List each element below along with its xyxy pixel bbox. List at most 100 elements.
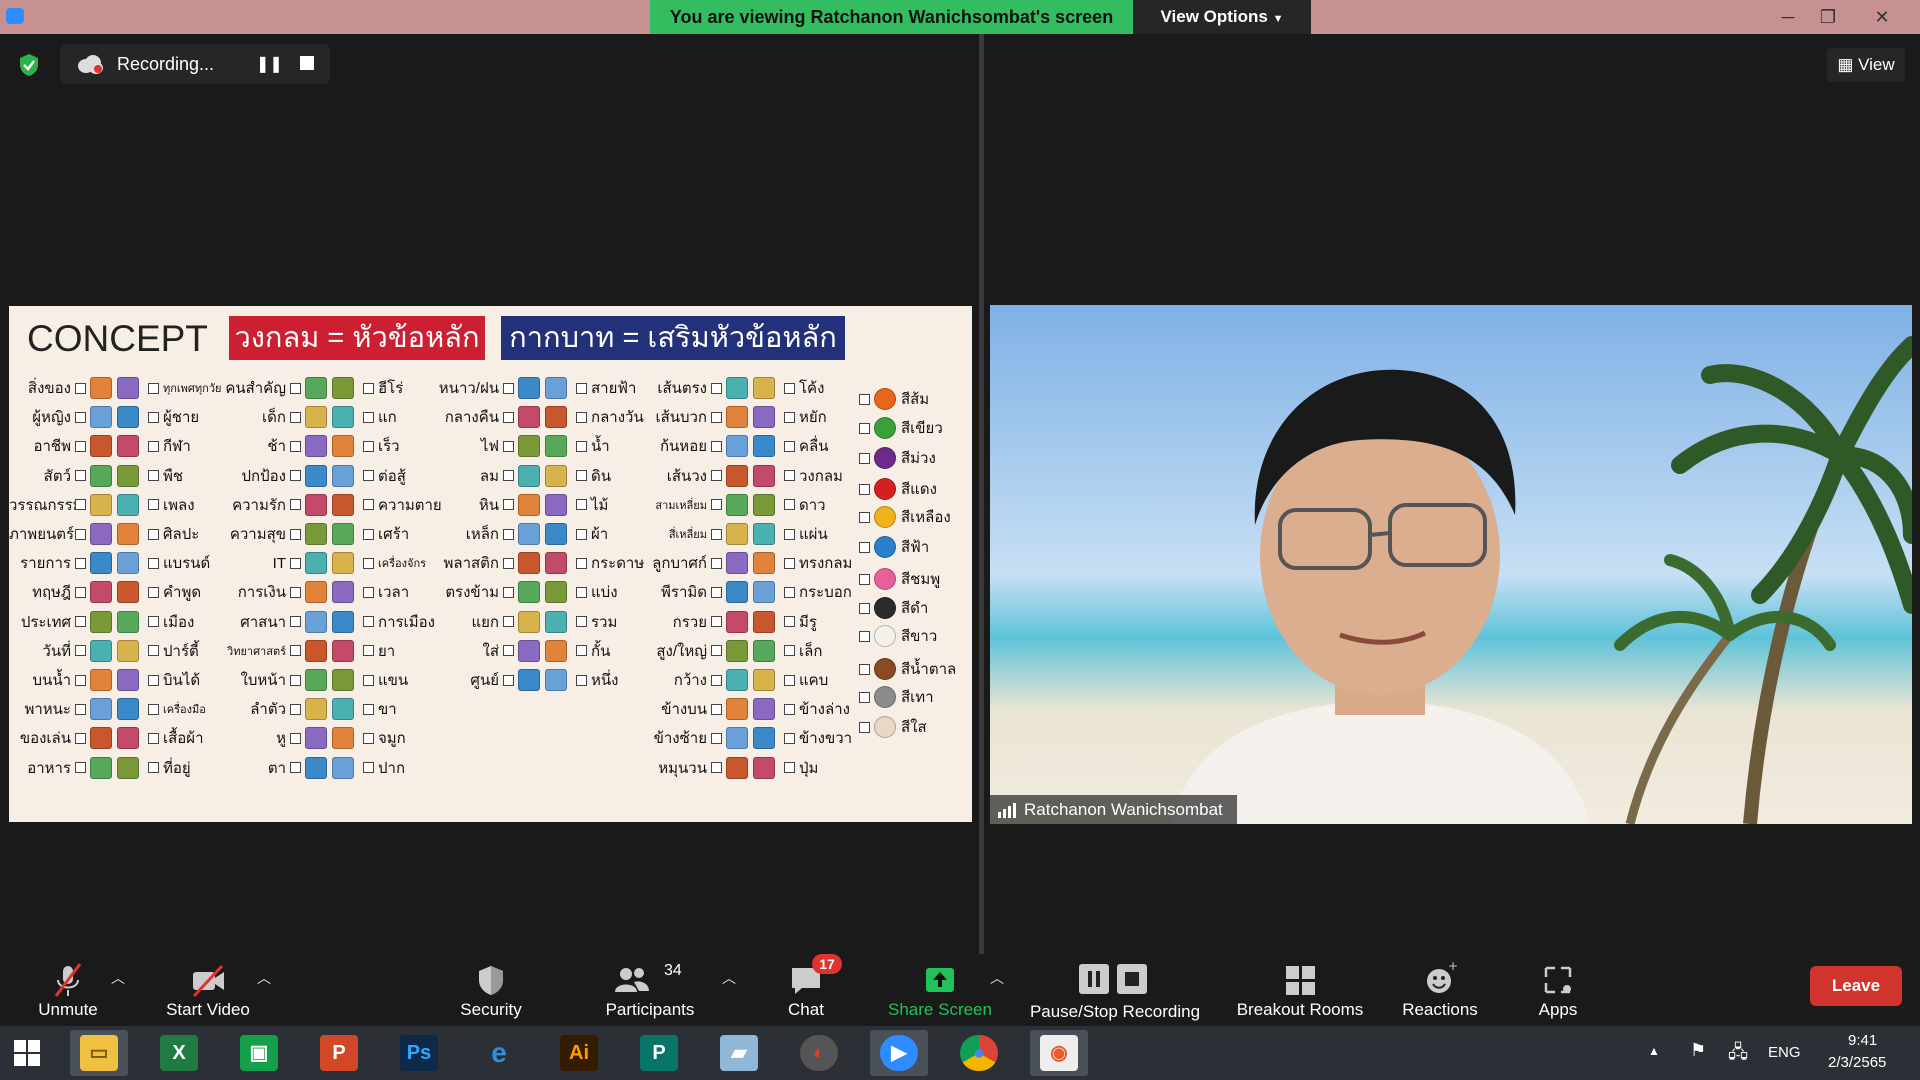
checkbox[interactable] bbox=[290, 470, 301, 482]
windows-start-icon[interactable] bbox=[14, 1040, 40, 1066]
pause-recording-button[interactable]: ❚❚ bbox=[256, 54, 283, 74]
minimize-button[interactable]: ─ bbox=[1768, 0, 1808, 34]
language-indicator[interactable]: ENG bbox=[1768, 1044, 1801, 1061]
checkbox[interactable] bbox=[290, 732, 301, 744]
checkbox[interactable] bbox=[576, 382, 587, 394]
checkbox[interactable] bbox=[859, 393, 870, 405]
apps-button[interactable]: Apps bbox=[1520, 954, 1596, 1026]
checkbox[interactable] bbox=[290, 762, 301, 774]
checkbox[interactable] bbox=[859, 511, 870, 523]
checkbox[interactable] bbox=[711, 382, 722, 394]
illustrator-icon[interactable]: Ai bbox=[550, 1030, 608, 1076]
checkbox[interactable] bbox=[859, 663, 870, 675]
checkbox[interactable] bbox=[859, 602, 870, 614]
checkbox[interactable] bbox=[363, 411, 374, 423]
checkbox[interactable] bbox=[75, 499, 86, 511]
checkbox[interactable] bbox=[503, 528, 514, 540]
checkbox[interactable] bbox=[75, 703, 86, 715]
checkbox[interactable] bbox=[711, 586, 722, 598]
internet-explorer-icon[interactable]: e bbox=[470, 1030, 528, 1076]
checkbox[interactable] bbox=[148, 440, 159, 452]
checkbox[interactable] bbox=[148, 762, 159, 774]
checkbox[interactable] bbox=[784, 528, 795, 540]
image-viewer-icon[interactable]: ◉ bbox=[1030, 1030, 1088, 1076]
checkbox[interactable] bbox=[576, 528, 587, 540]
checkbox[interactable] bbox=[503, 440, 514, 452]
checkbox[interactable] bbox=[290, 703, 301, 715]
checkbox[interactable] bbox=[148, 645, 159, 657]
checkbox[interactable] bbox=[859, 691, 870, 703]
leave-button[interactable]: Leave bbox=[1810, 966, 1902, 1006]
checkbox[interactable] bbox=[859, 573, 870, 585]
checkbox[interactable] bbox=[290, 557, 301, 569]
zoom-icon[interactable]: ▶ bbox=[870, 1030, 928, 1076]
audio-options-caret[interactable]: ︿ bbox=[111, 968, 125, 988]
checkbox[interactable] bbox=[576, 616, 587, 628]
checkbox[interactable] bbox=[75, 645, 86, 657]
participant-video[interactable]: Ratchanon Wanichsombat bbox=[990, 305, 1912, 824]
checkbox[interactable] bbox=[711, 674, 722, 686]
share-options-caret[interactable]: ︿ bbox=[990, 968, 1004, 988]
checkbox[interactable] bbox=[148, 557, 159, 569]
network-icon[interactable]: 🖧 bbox=[1728, 1040, 1748, 1070]
checkbox[interactable] bbox=[711, 645, 722, 657]
checkbox[interactable] bbox=[859, 541, 870, 553]
checkbox[interactable] bbox=[859, 452, 870, 464]
checkbox[interactable] bbox=[148, 411, 159, 423]
split-divider[interactable] bbox=[979, 34, 984, 954]
checkbox[interactable] bbox=[711, 732, 722, 744]
security-shield-icon[interactable] bbox=[18, 53, 40, 77]
checkbox[interactable] bbox=[503, 382, 514, 394]
publisher-icon[interactable]: P bbox=[630, 1030, 688, 1076]
checkbox[interactable] bbox=[75, 616, 86, 628]
checkbox[interactable] bbox=[784, 557, 795, 569]
writer-icon[interactable]: ▰ bbox=[710, 1030, 768, 1076]
checkbox[interactable] bbox=[75, 674, 86, 686]
checkbox[interactable] bbox=[290, 586, 301, 598]
breakout-rooms-button[interactable]: Breakout Rooms bbox=[1228, 954, 1372, 1026]
show-hidden-icons-icon[interactable]: ▲ bbox=[1648, 1044, 1660, 1058]
checkbox[interactable] bbox=[363, 645, 374, 657]
checkbox[interactable] bbox=[784, 645, 795, 657]
checkbox[interactable] bbox=[148, 703, 159, 715]
checkbox[interactable] bbox=[711, 411, 722, 423]
share-screen-button[interactable]: Share Screen bbox=[880, 954, 1000, 1026]
photoscape-icon[interactable]: ◐ bbox=[790, 1030, 848, 1076]
checkbox[interactable] bbox=[363, 528, 374, 540]
checkbox[interactable] bbox=[148, 732, 159, 744]
checkbox[interactable] bbox=[711, 440, 722, 452]
checkbox[interactable] bbox=[711, 499, 722, 511]
start-video-button[interactable]: Start Video bbox=[150, 954, 266, 1026]
checkbox[interactable] bbox=[363, 499, 374, 511]
store-icon[interactable]: ▣ bbox=[230, 1030, 288, 1076]
checkbox[interactable] bbox=[363, 674, 374, 686]
video-options-caret[interactable]: ︿ bbox=[257, 968, 271, 988]
checkbox[interactable] bbox=[148, 528, 159, 540]
checkbox[interactable] bbox=[859, 630, 870, 642]
checkbox[interactable] bbox=[148, 674, 159, 686]
checkbox[interactable] bbox=[290, 440, 301, 452]
checkbox[interactable] bbox=[148, 470, 159, 482]
checkbox[interactable] bbox=[75, 440, 86, 452]
checkbox[interactable] bbox=[784, 762, 795, 774]
checkbox[interactable] bbox=[75, 382, 86, 394]
view-options-button[interactable]: View Options ▼ bbox=[1133, 0, 1311, 34]
photoshop-icon[interactable]: Ps bbox=[390, 1030, 448, 1076]
close-button[interactable]: ✕ bbox=[1862, 0, 1902, 34]
checkbox[interactable] bbox=[290, 616, 301, 628]
checkbox[interactable] bbox=[784, 470, 795, 482]
pause-stop-recording-button[interactable]: Pause/Stop Recording bbox=[1020, 954, 1210, 1026]
checkbox[interactable] bbox=[576, 470, 587, 482]
checkbox[interactable] bbox=[576, 557, 587, 569]
checkbox[interactable] bbox=[576, 499, 587, 511]
checkbox[interactable] bbox=[290, 528, 301, 540]
checkbox[interactable] bbox=[290, 411, 301, 423]
checkbox[interactable] bbox=[503, 645, 514, 657]
checkbox[interactable] bbox=[363, 762, 374, 774]
checkbox[interactable] bbox=[503, 411, 514, 423]
checkbox[interactable] bbox=[576, 440, 587, 452]
checkbox[interactable] bbox=[711, 762, 722, 774]
checkbox[interactable] bbox=[784, 703, 795, 715]
reactions-button[interactable]: + Reactions bbox=[1390, 954, 1490, 1026]
checkbox[interactable] bbox=[576, 674, 587, 686]
